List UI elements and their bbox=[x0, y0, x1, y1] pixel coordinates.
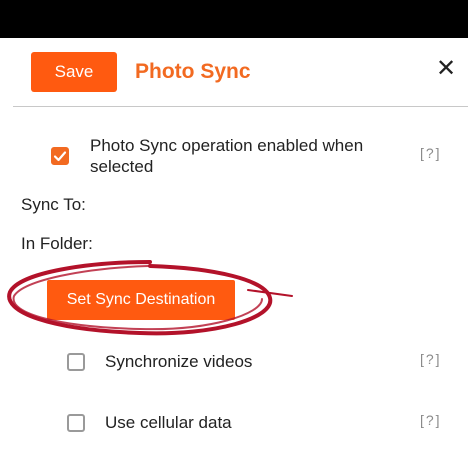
cellular-data-label: Use cellular data bbox=[105, 413, 232, 432]
check-icon bbox=[53, 151, 67, 162]
sync-enabled-checkbox[interactable] bbox=[51, 147, 69, 165]
panel-title: Photo Sync bbox=[135, 60, 251, 83]
cellular-data-checkbox[interactable] bbox=[67, 414, 85, 432]
synchronize-videos-label: Synchronize videos bbox=[105, 352, 253, 371]
sync-to-label: Sync To: bbox=[21, 195, 86, 214]
photo-sync-panel: Save Photo Sync ✕ Photo Sync operation e… bbox=[13, 38, 468, 472]
synchronize-videos-checkbox[interactable] bbox=[67, 353, 85, 371]
sync-enabled-label-line2: selected bbox=[90, 157, 154, 176]
set-sync-destination-button[interactable]: Set Sync Destination bbox=[47, 280, 235, 320]
synchronize-videos-help-link[interactable]: [?] bbox=[420, 351, 442, 367]
panel-header: Save Photo Sync ✕ bbox=[13, 38, 468, 107]
close-icon[interactable]: ✕ bbox=[431, 54, 461, 84]
top-status-bar bbox=[0, 0, 468, 38]
save-button[interactable]: Save bbox=[31, 52, 117, 92]
cellular-data-help-link[interactable]: [?] bbox=[420, 412, 442, 428]
in-folder-label: In Folder: bbox=[21, 234, 93, 253]
sync-enabled-label-line1: Photo Sync operation enabled when bbox=[90, 136, 364, 155]
sync-enabled-help-link[interactable]: [?] bbox=[420, 145, 442, 161]
